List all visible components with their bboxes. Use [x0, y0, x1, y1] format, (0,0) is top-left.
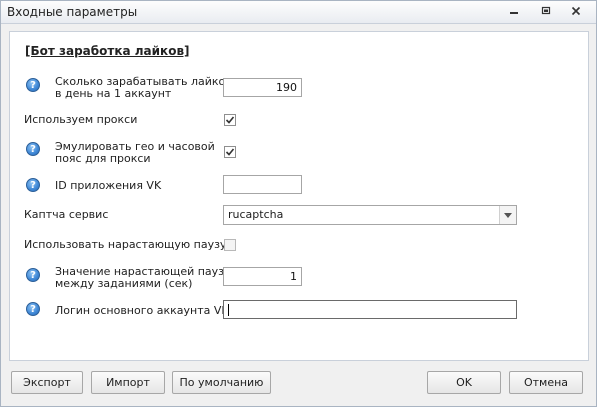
emulate-geo-label: Эмулировать гео и часовой пояс для прокс…: [55, 141, 215, 165]
use-proxy-checkbox[interactable]: [224, 114, 236, 126]
chevron-down-icon[interactable]: [499, 206, 516, 224]
ok-button[interactable]: OK: [427, 371, 501, 394]
likes-per-day-label-line2: в день на 1 аккаунт: [55, 87, 172, 100]
section-heading: [Бот заработка лайков]: [25, 44, 190, 58]
pause-value-input[interactable]: 1: [223, 267, 302, 286]
export-button[interactable]: Экспорт: [11, 371, 83, 394]
vk-login-label: Логин основного аккаунта VK: [55, 304, 229, 317]
title-bar[interactable]: Входные параметры: [1, 1, 596, 24]
help-icon[interactable]: ?: [26, 78, 40, 92]
help-icon[interactable]: ?: [26, 142, 40, 156]
pause-value-label: Значение нарастающей паузы между задания…: [55, 266, 233, 290]
close-icon[interactable]: [567, 4, 585, 18]
help-icon[interactable]: ?: [26, 302, 40, 316]
pause-value-label-line2: между заданиями (сек): [55, 277, 193, 290]
vk-login-input[interactable]: [223, 300, 517, 319]
captcha-label: Каптча сервис: [24, 208, 109, 221]
emulate-geo-label-line2: пояс для прокси: [55, 152, 151, 165]
vk-app-id-input[interactable]: [223, 175, 302, 194]
emulate-geo-checkbox[interactable]: [224, 146, 236, 158]
default-button[interactable]: По умолчанию: [172, 371, 271, 394]
cancel-button[interactable]: Отмена: [509, 371, 583, 394]
use-proxy-label: Используем прокси: [24, 113, 138, 126]
parameters-panel: [Бот заработка лайков] ? Сколько зарабат…: [9, 31, 589, 361]
checkmark-icon: [225, 116, 235, 124]
checkmark-icon: [225, 148, 235, 156]
restore-icon[interactable]: [537, 4, 555, 18]
help-icon[interactable]: ?: [26, 178, 40, 192]
likes-per-day-input[interactable]: 190: [223, 78, 302, 97]
text-caret: [228, 304, 229, 316]
window-title: Входные параметры: [7, 5, 138, 19]
captcha-selected-value: rucaptcha: [228, 208, 284, 221]
captcha-select[interactable]: rucaptcha: [223, 205, 517, 225]
increasing-pause-checkbox[interactable]: [224, 239, 236, 251]
likes-per-day-label: Сколько зарабатывать лайков в день на 1 …: [55, 76, 232, 100]
import-button[interactable]: Импорт: [91, 371, 165, 394]
dialog-window: Входные параметры [Бот заработка лайков]…: [0, 0, 597, 407]
increasing-pause-label: Использовать нарастающую паузу: [24, 238, 227, 251]
vk-app-id-label: ID приложения VK: [55, 179, 162, 192]
minimize-icon[interactable]: [505, 4, 523, 18]
help-icon[interactable]: ?: [26, 268, 40, 282]
